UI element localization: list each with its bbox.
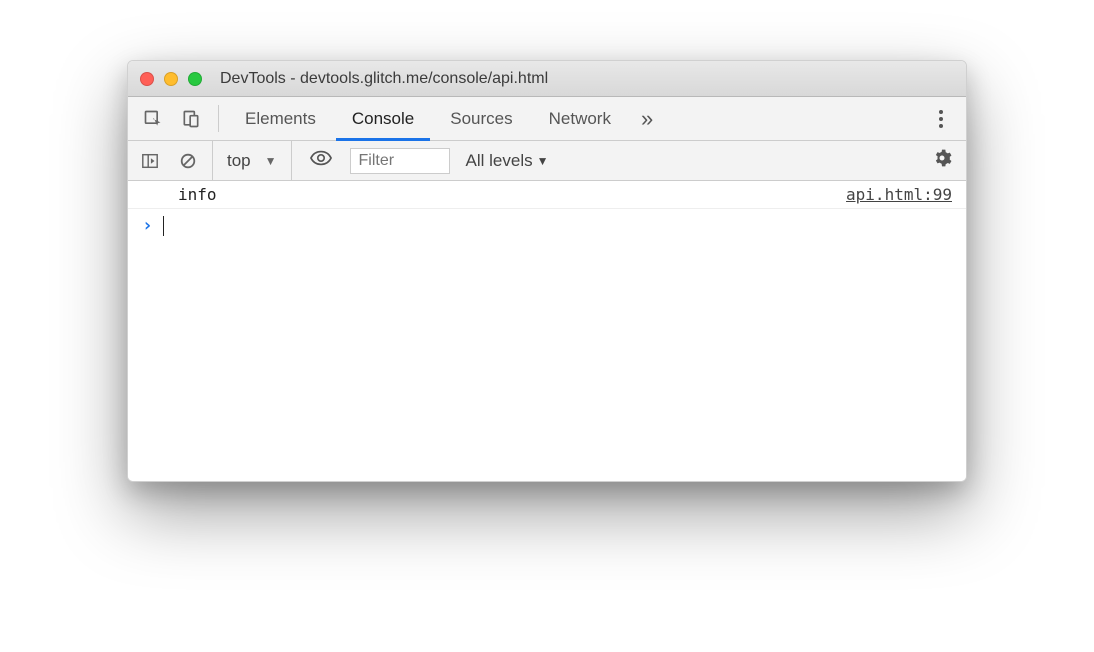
divider <box>218 105 219 132</box>
tab-sources[interactable]: Sources <box>434 97 528 140</box>
kebab-menu-icon[interactable] <box>924 97 958 140</box>
toggle-drawer-icon[interactable] <box>136 152 164 170</box>
prompt-caret-icon: › <box>142 215 153 236</box>
filter-input[interactable] <box>350 148 450 174</box>
log-levels-selector[interactable]: All levels ▼ <box>460 151 555 171</box>
log-source-link[interactable]: api.html:99 <box>846 185 952 204</box>
console-output: info api.html:99 › <box>128 181 966 481</box>
device-toggle-icon[interactable] <box>174 97 208 140</box>
context-value: top <box>219 151 257 171</box>
context-selector[interactable]: top ▼ <box>212 141 292 180</box>
titlebar: DevTools - devtools.glitch.me/console/ap… <box>128 61 966 97</box>
fullscreen-window-button[interactable] <box>188 72 202 86</box>
live-expression-icon[interactable] <box>302 150 340 171</box>
tab-bar: Elements Console Sources Network » <box>128 97 966 141</box>
log-message: info <box>178 185 217 204</box>
window-title: DevTools - devtools.glitch.me/console/ap… <box>220 70 548 88</box>
chevron-down-icon: ▼ <box>537 154 549 168</box>
levels-label: All levels <box>466 151 533 171</box>
tab-console[interactable]: Console <box>336 97 430 140</box>
tabs-overflow-button[interactable]: » <box>631 97 663 140</box>
tab-network[interactable]: Network <box>533 97 627 140</box>
tab-elements[interactable]: Elements <box>229 97 332 140</box>
close-window-button[interactable] <box>140 72 154 86</box>
inspect-element-icon[interactable] <box>136 97 170 140</box>
console-prompt[interactable]: › <box>128 209 966 242</box>
text-cursor <box>163 216 165 236</box>
chevron-down-icon: ▼ <box>257 154 285 168</box>
console-toolbar: top ▼ All levels ▼ <box>128 141 966 181</box>
window-controls <box>140 72 202 86</box>
settings-gear-icon[interactable] <box>926 148 958 173</box>
log-entry: info api.html:99 <box>128 181 966 209</box>
devtools-window: DevTools - devtools.glitch.me/console/ap… <box>127 60 967 482</box>
clear-console-icon[interactable] <box>174 152 202 170</box>
minimize-window-button[interactable] <box>164 72 178 86</box>
